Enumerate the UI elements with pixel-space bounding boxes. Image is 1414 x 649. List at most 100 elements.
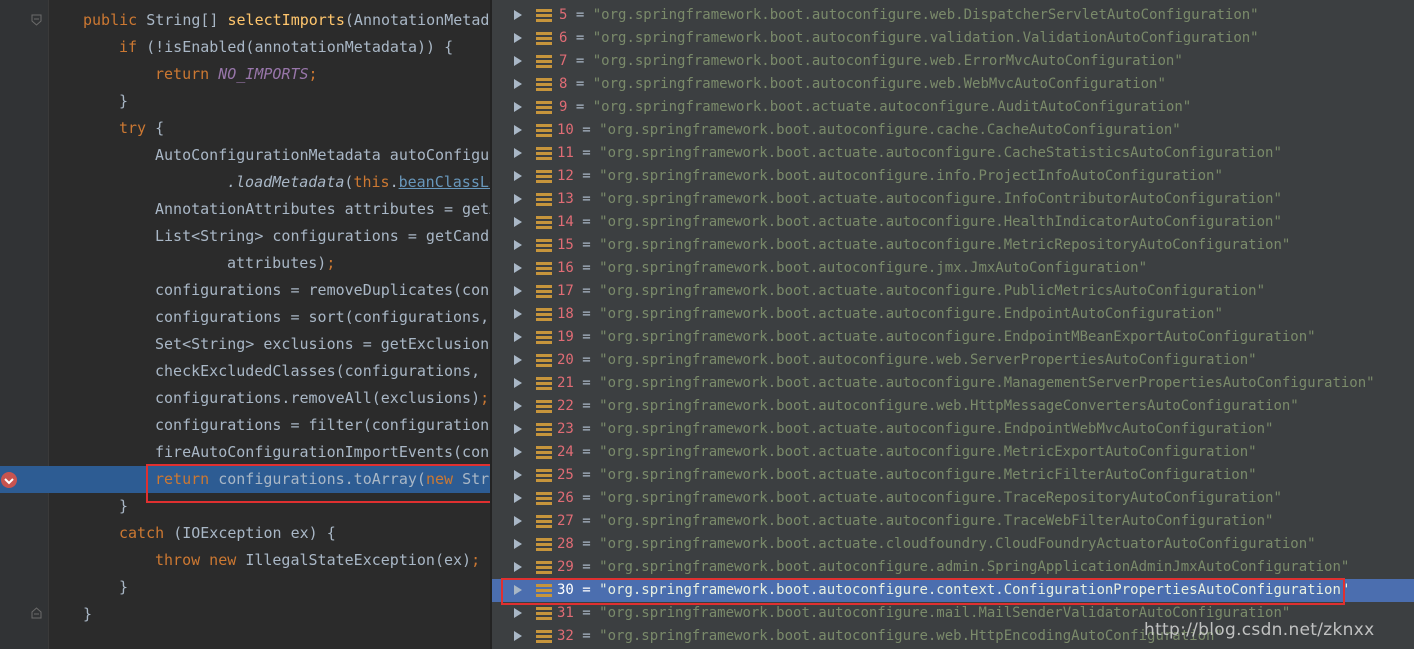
code-token: beanClassLo (398, 173, 492, 191)
variable-row[interactable]: 18 = "org.springframework.boot.actuate.a… (492, 303, 1414, 326)
code-line[interactable]: catch (IOException ex) { (0, 520, 492, 547)
variable-value: "org.springframework.boot.actuate.autoco… (599, 214, 1282, 230)
code-line[interactable]: if (!isEnabled(annotationMetadata)) { (0, 34, 492, 61)
variable-index: 26 (557, 490, 574, 506)
variable-row[interactable]: 17 = "org.springframework.boot.actuate.a… (492, 280, 1414, 303)
variable-value: "org.springframework.boot.autoconfigure.… (592, 7, 1259, 23)
code-line[interactable]: List<String> configurations = getCandi (0, 223, 492, 250)
variable-row[interactable]: 9 = "org.springframework.boot.actuate.au… (492, 96, 1414, 119)
expand-arrow-icon[interactable] (514, 631, 522, 641)
code-line[interactable]: AnnotationAttributes attributes = getA (0, 196, 492, 223)
equals-sign: = (567, 76, 593, 92)
code-line[interactable]: configurations = sort(configurations, (0, 304, 492, 331)
variable-value: "org.springframework.boot.autoconfigure.… (592, 30, 1259, 46)
expand-arrow-icon[interactable] (514, 332, 522, 342)
code-line[interactable]: return NO_IMPORTS; (0, 61, 492, 88)
code-token: throw new (155, 551, 246, 569)
variable-row[interactable]: 5 = "org.springframework.boot.autoconfig… (492, 4, 1414, 27)
expand-arrow-icon[interactable] (514, 286, 522, 296)
code-token: AnnotationAttributes attributes = getA (155, 200, 492, 218)
expand-arrow-icon[interactable] (514, 562, 522, 572)
variable-row[interactable]: 22 = "org.springframework.boot.autoconfi… (492, 395, 1414, 418)
variable-row[interactable]: 25 = "org.springframework.boot.actuate.a… (492, 464, 1414, 487)
variables-panel[interactable]: 5 = "org.springframework.boot.autoconfig… (492, 0, 1414, 649)
equals-sign: = (573, 237, 600, 253)
code-editor[interactable]: public String[] selectImports(Annotation… (0, 0, 492, 649)
code-line[interactable]: fireAutoConfigurationImportEvents(conf (0, 439, 492, 466)
variable-row[interactable]: 10 = "org.springframework.boot.autoconfi… (492, 119, 1414, 142)
expand-arrow-icon[interactable] (514, 10, 522, 20)
variable-row[interactable]: 26 = "org.springframework.boot.actuate.a… (492, 487, 1414, 510)
code-token: { (155, 119, 165, 137)
code-line[interactable]: } (0, 574, 492, 601)
expand-arrow-icon[interactable] (514, 309, 522, 319)
variable-row[interactable]: 11 = "org.springframework.boot.actuate.a… (492, 142, 1414, 165)
variable-row[interactable]: 23 = "org.springframework.boot.actuate.a… (492, 418, 1414, 441)
expand-arrow-icon[interactable] (514, 355, 522, 365)
breakpoint-icon[interactable] (0, 471, 18, 489)
expand-arrow-icon[interactable] (514, 424, 522, 434)
expand-arrow-icon[interactable] (514, 470, 522, 480)
expand-arrow-icon[interactable] (514, 263, 522, 273)
variable-row[interactable]: 16 = "org.springframework.boot.autoconfi… (492, 257, 1414, 280)
variable-row[interactable]: 8 = "org.springframework.boot.autoconfig… (492, 73, 1414, 96)
expand-arrow-icon[interactable] (514, 56, 522, 66)
string-field-icon (536, 514, 552, 529)
variable-row[interactable]: 27 = "org.springframework.boot.actuate.a… (492, 510, 1414, 533)
expand-arrow-icon[interactable] (514, 447, 522, 457)
code-token: selectImports (227, 11, 345, 29)
code-lines: public String[] selectImports(Annotation… (0, 7, 492, 628)
code-line[interactable]: configurations = removeDuplicates(conf (0, 277, 492, 304)
code-line[interactable]: attributes); (0, 250, 492, 277)
code-line[interactable]: configurations.removeAll(exclusions); (0, 385, 492, 412)
code-line[interactable]: } (0, 88, 492, 115)
code-line[interactable]: AutoConfigurationMetadata autoConfigu (0, 142, 492, 169)
expand-arrow-icon[interactable] (514, 194, 522, 204)
expand-arrow-icon[interactable] (514, 79, 522, 89)
code-token: .loadMetadata (227, 173, 345, 191)
code-line[interactable]: throw new IllegalStateException(ex); (0, 547, 492, 574)
expand-arrow-icon[interactable] (514, 240, 522, 250)
variable-row[interactable]: 20 = "org.springframework.boot.autoconfi… (492, 349, 1414, 372)
expand-arrow-icon[interactable] (514, 378, 522, 388)
code-line[interactable]: Set<String> exclusions = getExclusions (0, 331, 492, 358)
variable-row[interactable]: 15 = "org.springframework.boot.actuate.a… (492, 234, 1414, 257)
variable-row[interactable]: 19 = "org.springframework.boot.actuate.a… (492, 326, 1414, 349)
variable-value: "org.springframework.boot.actuate.autoco… (599, 283, 1266, 299)
code-line[interactable]: public String[] selectImports(Annotation… (0, 7, 492, 34)
string-field-icon (536, 77, 552, 92)
variable-row[interactable]: 13 = "org.springframework.boot.actuate.a… (492, 188, 1414, 211)
variable-row[interactable]: 7 = "org.springframework.boot.autoconfig… (492, 50, 1414, 73)
code-line[interactable]: } (0, 601, 492, 628)
expand-arrow-icon[interactable] (514, 539, 522, 549)
variable-row[interactable]: 12 = "org.springframework.boot.autoconfi… (492, 165, 1414, 188)
variable-index: 28 (557, 536, 574, 552)
code-line[interactable]: try { (0, 115, 492, 142)
code-line[interactable]: .loadMetadata(this.beanClassLo (0, 169, 492, 196)
expand-arrow-icon[interactable] (514, 217, 522, 227)
expand-arrow-icon[interactable] (514, 125, 522, 135)
expand-arrow-icon[interactable] (514, 516, 522, 526)
variable-row[interactable]: 6 = "org.springframework.boot.autoconfig… (492, 27, 1414, 50)
equals-sign: = (573, 398, 600, 414)
variable-value: "org.springframework.boot.actuate.autoco… (592, 99, 1192, 115)
variable-row[interactable]: 28 = "org.springframework.boot.actuate.c… (492, 533, 1414, 556)
variable-row[interactable]: 24 = "org.springframework.boot.actuate.a… (492, 441, 1414, 464)
string-field-icon (536, 422, 552, 437)
expand-arrow-icon[interactable] (514, 102, 522, 112)
expand-arrow-icon[interactable] (514, 171, 522, 181)
variable-index: 25 (557, 467, 574, 483)
string-field-icon (536, 8, 552, 23)
expand-arrow-icon[interactable] (514, 608, 522, 618)
expand-arrow-icon[interactable] (514, 148, 522, 158)
code-token: List<String> configurations = getCandi (155, 227, 492, 245)
expand-arrow-icon[interactable] (514, 33, 522, 43)
code-line[interactable]: configurations = filter(configurations (0, 412, 492, 439)
expand-arrow-icon[interactable] (514, 493, 522, 503)
expand-arrow-icon[interactable] (514, 401, 522, 411)
variable-row[interactable]: 14 = "org.springframework.boot.actuate.a… (492, 211, 1414, 234)
variable-row[interactable]: 29 = "org.springframework.boot.autoconfi… (492, 556, 1414, 579)
variable-index: 17 (557, 283, 574, 299)
code-line[interactable]: checkExcludedClasses(configurations, e (0, 358, 492, 385)
variable-row[interactable]: 21 = "org.springframework.boot.actuate.a… (492, 372, 1414, 395)
